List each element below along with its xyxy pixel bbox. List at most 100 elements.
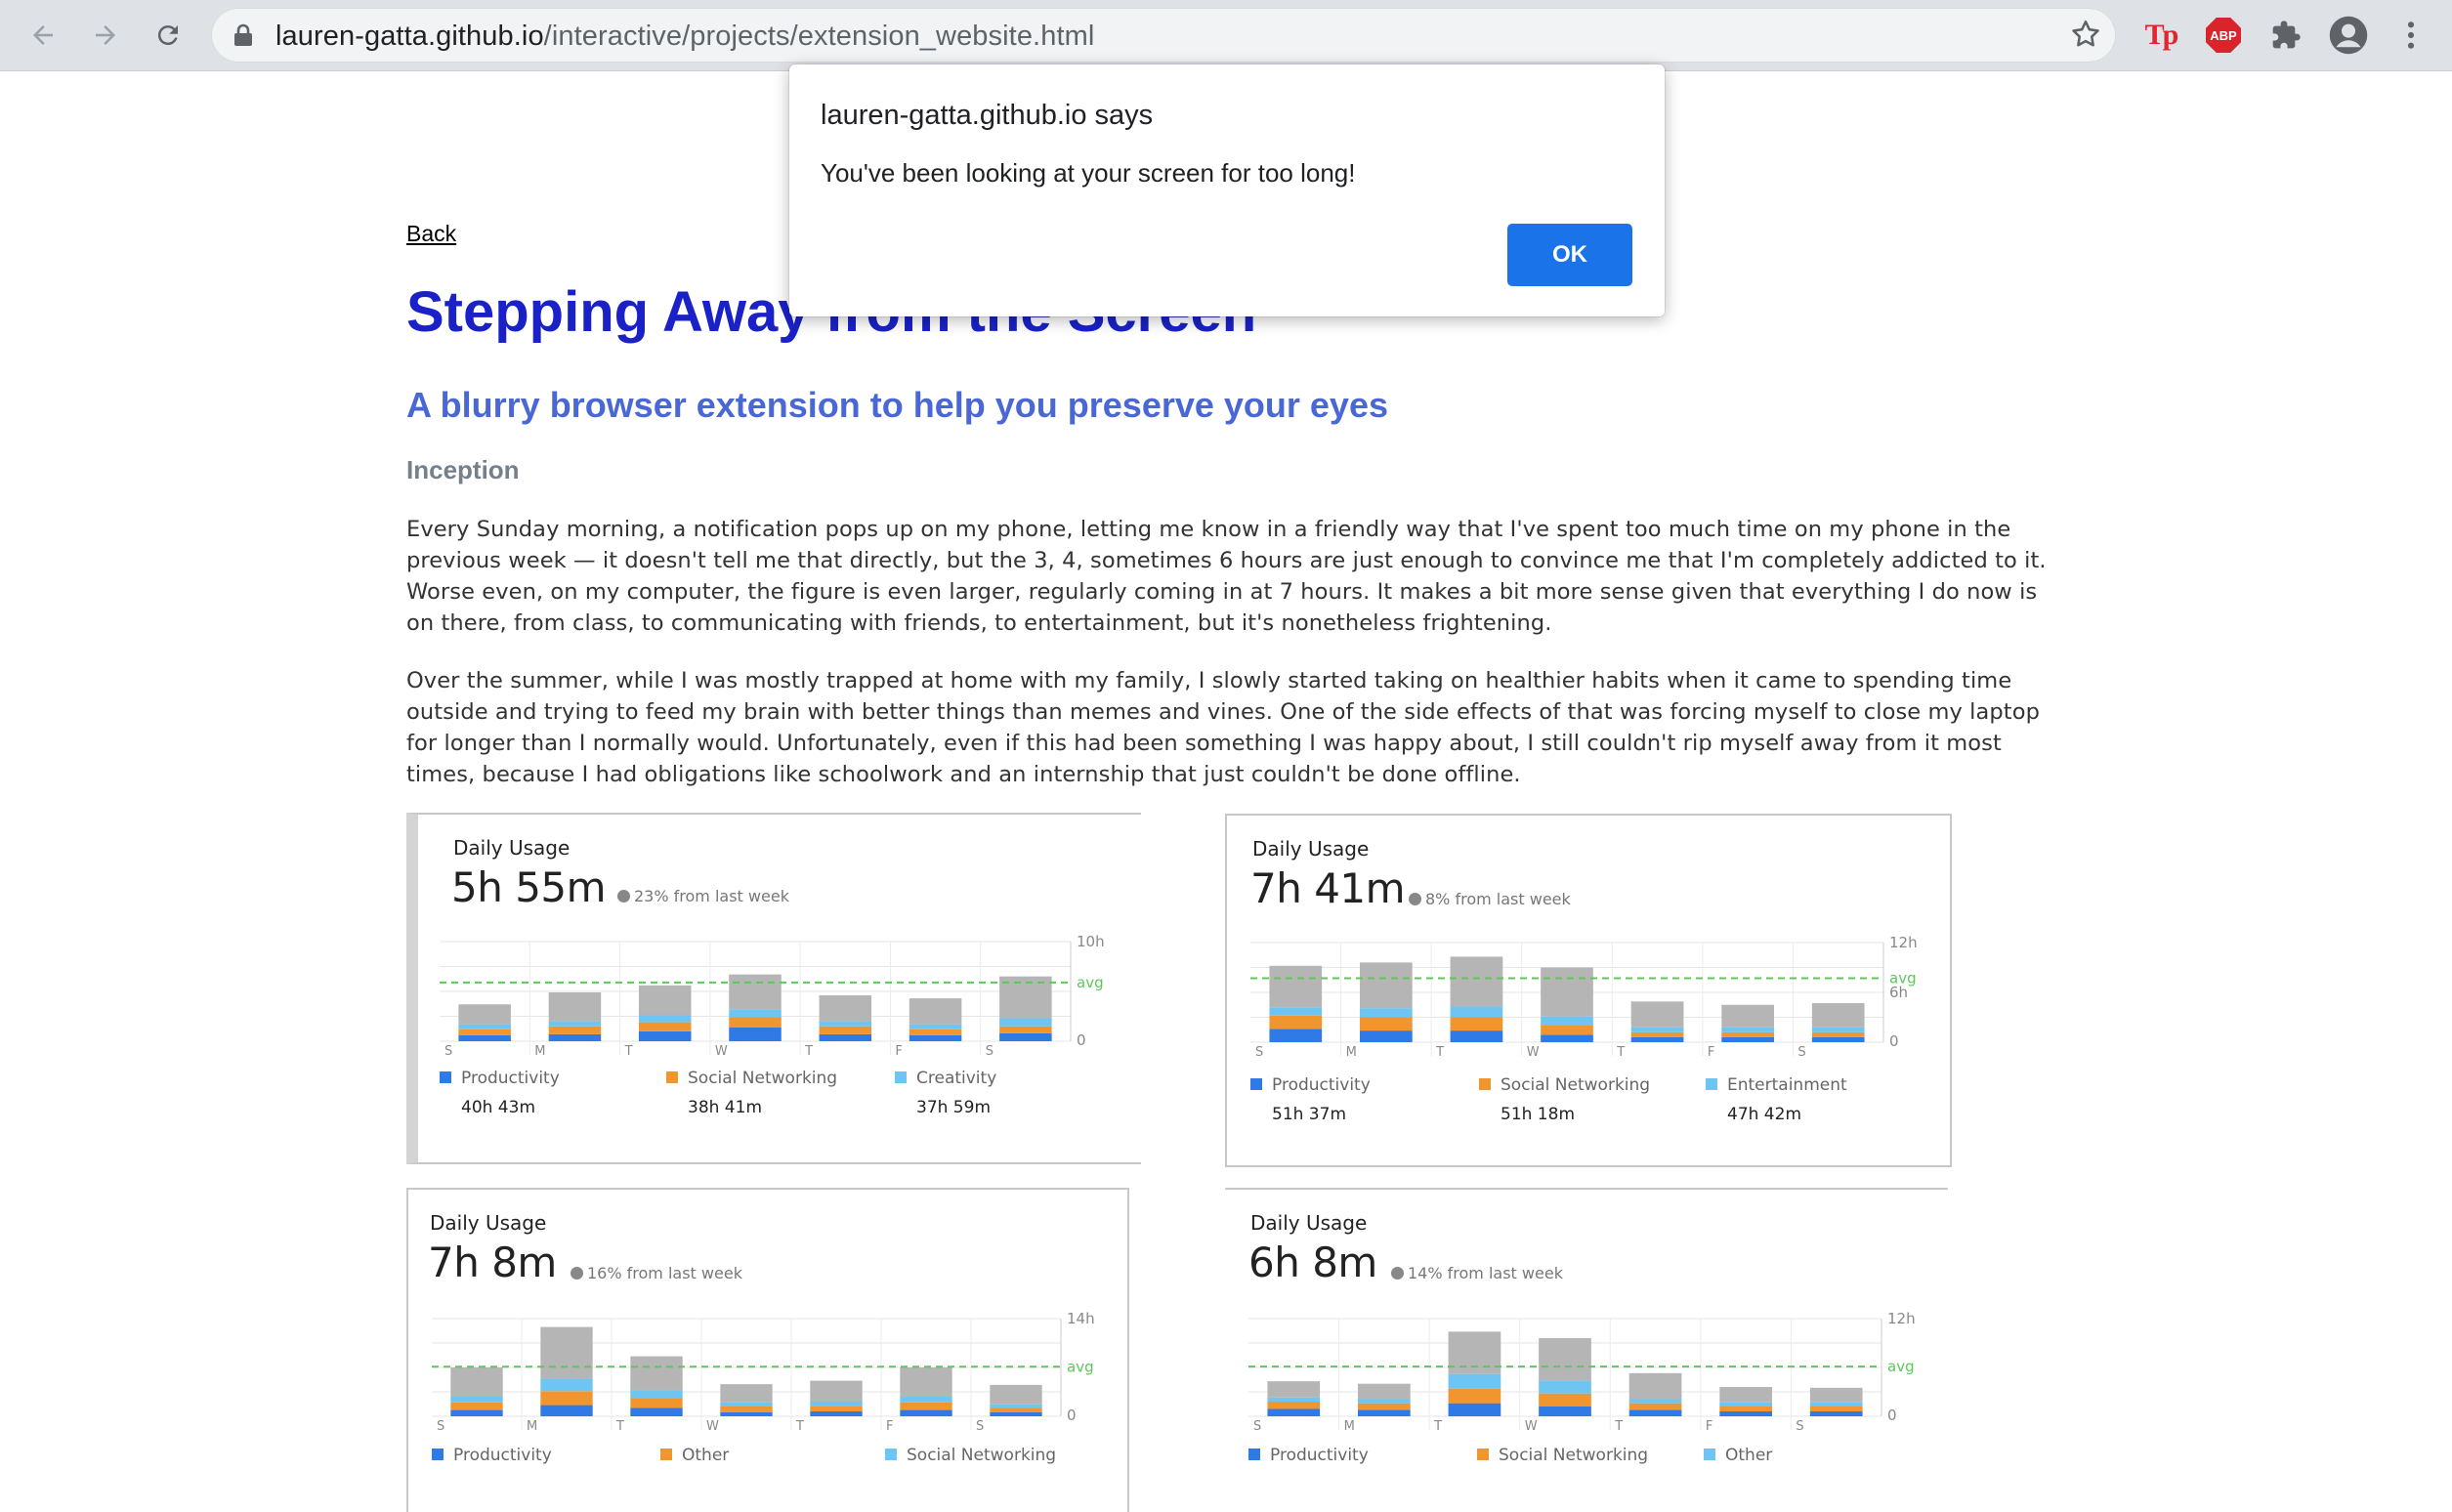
browser-toolbar: lauren-gatta.github.io/interactive/proje… bbox=[0, 0, 2452, 71]
bar-segment bbox=[900, 1397, 952, 1403]
info-dot-icon bbox=[617, 890, 630, 903]
bar-segment bbox=[909, 1024, 962, 1029]
bar-segment bbox=[729, 1017, 782, 1028]
legend-item: Other bbox=[660, 1446, 729, 1465]
back-link[interactable]: Back bbox=[406, 221, 456, 247]
reload-icon[interactable] bbox=[145, 12, 191, 59]
bar-segment bbox=[548, 1033, 602, 1041]
card-change-text: 16% from last week bbox=[587, 1264, 742, 1282]
kebab-menu-icon[interactable] bbox=[2389, 14, 2432, 57]
legend-swatch bbox=[1704, 1449, 1715, 1460]
legend-item: Productivity bbox=[1250, 1075, 1371, 1095]
bar-segment bbox=[990, 1384, 1042, 1405]
y-tick-label: avg bbox=[1067, 1358, 1094, 1375]
bar-segment bbox=[1811, 1036, 1865, 1042]
bar-segment bbox=[1360, 1030, 1413, 1042]
puzzle-icon[interactable] bbox=[2264, 14, 2307, 57]
bar-segment bbox=[1811, 1027, 1865, 1032]
usage-chart: S M T W T F S 12h avg 0 bbox=[1248, 1310, 1916, 1434]
card-change: 8% from last week bbox=[1409, 890, 1571, 908]
legend-item: Other bbox=[1704, 1446, 1772, 1465]
bar-segment bbox=[1448, 1388, 1501, 1404]
x-tick-label: T bbox=[1616, 1045, 1625, 1060]
x-tick-label: F bbox=[886, 1419, 893, 1434]
usage-chart: S M T W T F S 14h avg 0 bbox=[432, 1310, 1095, 1434]
card-change: 23% from last week bbox=[617, 887, 789, 905]
bar-segment bbox=[1450, 956, 1503, 1007]
legend-item: Social Networking bbox=[1479, 1075, 1650, 1095]
bar-segment bbox=[1448, 1403, 1501, 1416]
bar-segment bbox=[1809, 1407, 1863, 1411]
info-dot-icon bbox=[571, 1267, 583, 1280]
back-arrow-icon[interactable] bbox=[20, 12, 66, 59]
ok-button[interactable]: OK bbox=[1507, 224, 1632, 286]
legend-item: Productivity bbox=[440, 1069, 560, 1088]
bar-segment bbox=[1809, 1411, 1863, 1416]
bar-segment bbox=[1358, 1409, 1411, 1416]
x-tick-label: W bbox=[1527, 1045, 1540, 1060]
bar-segment bbox=[1628, 1403, 1682, 1410]
legend-label: Social Networking bbox=[1501, 1075, 1651, 1095]
legend-swatch bbox=[432, 1449, 444, 1460]
legend-label: Other bbox=[1725, 1446, 1773, 1465]
legend-swatch bbox=[1706, 1078, 1717, 1090]
x-tick-label: F bbox=[1706, 1419, 1712, 1434]
legend-item: Social Networking bbox=[666, 1069, 837, 1088]
x-tick-label: W bbox=[715, 1044, 728, 1059]
bar-segment bbox=[999, 1032, 1052, 1041]
bar-segment bbox=[638, 985, 692, 1016]
usage-card: Daily Usage 6h 8m 14% from last week S M T… bbox=[1225, 1188, 1948, 1512]
forward-arrow-icon[interactable] bbox=[82, 12, 129, 59]
x-tick-label: T bbox=[1433, 1419, 1442, 1434]
bar-segment bbox=[630, 1356, 683, 1391]
bar-segment bbox=[1269, 965, 1323, 1008]
legend-value: 51h 37m bbox=[1272, 1105, 1347, 1124]
bar-segment bbox=[909, 1029, 962, 1035]
bar-segment bbox=[909, 998, 962, 1025]
bar-segment bbox=[1719, 1411, 1772, 1416]
bar-segment bbox=[1269, 1015, 1323, 1029]
y-tick-label: 6h bbox=[1889, 984, 1908, 1001]
bar-segment bbox=[1450, 1030, 1503, 1042]
alert-dialog: lauren-gatta.github.io says You've been … bbox=[789, 64, 1665, 316]
legend-label: Productivity bbox=[453, 1446, 552, 1465]
account-icon[interactable] bbox=[2327, 14, 2370, 57]
bar-segment bbox=[810, 1411, 863, 1416]
bar-segment bbox=[990, 1411, 1042, 1416]
legend-item: Productivity bbox=[432, 1446, 552, 1465]
usage-card: Daily Usage 7h 41m 8% from last week S M T… bbox=[1225, 814, 1952, 1167]
bar-segment bbox=[1450, 1006, 1503, 1018]
adblock-plus-icon[interactable]: ABP bbox=[2202, 14, 2245, 57]
bar-segment bbox=[540, 1405, 593, 1416]
tp-extension-icon[interactable]: Tp bbox=[2139, 14, 2182, 57]
bar-segment bbox=[450, 1397, 503, 1403]
legend-item: Entertainment bbox=[1706, 1075, 1847, 1095]
bar-segment bbox=[810, 1406, 863, 1411]
x-tick-label: F bbox=[895, 1044, 902, 1059]
bar-segment bbox=[999, 1018, 1052, 1027]
y-tick-label: avg bbox=[1887, 1358, 1915, 1375]
bar-segment bbox=[720, 1384, 773, 1403]
bar-segment bbox=[1541, 1016, 1593, 1026]
bar-segment bbox=[630, 1407, 683, 1416]
bar-segment bbox=[458, 1034, 511, 1041]
bookmark-star-icon[interactable] bbox=[2069, 18, 2102, 56]
x-tick-label: M bbox=[534, 1044, 545, 1059]
bar-segment bbox=[1358, 1399, 1411, 1404]
bar-segment bbox=[810, 1380, 863, 1402]
x-tick-label: T bbox=[804, 1044, 813, 1059]
bar-segment bbox=[990, 1404, 1042, 1408]
bar-segment bbox=[900, 1367, 952, 1397]
bar-segment bbox=[990, 1407, 1042, 1412]
bar-segment bbox=[1448, 1373, 1501, 1389]
y-tick-label: 0 bbox=[1067, 1407, 1077, 1424]
usage-chart: S M T W T F S12havg6h0 bbox=[1250, 934, 1918, 1060]
legend-swatch bbox=[1248, 1449, 1260, 1460]
bar-segment bbox=[1630, 1036, 1684, 1042]
bar-segment bbox=[1358, 1403, 1411, 1410]
bar-segment bbox=[458, 1024, 511, 1029]
x-tick-label: M bbox=[1346, 1045, 1357, 1060]
bar-segment bbox=[900, 1409, 952, 1416]
address-bar[interactable]: lauren-gatta.github.io/interactive/proje… bbox=[211, 8, 2116, 63]
bar-segment bbox=[1267, 1402, 1321, 1409]
